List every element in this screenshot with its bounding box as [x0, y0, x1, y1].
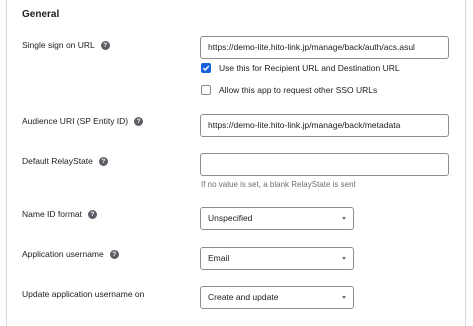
chevron-down-icon	[342, 296, 346, 299]
question-circle-icon[interactable]: ?	[134, 116, 144, 126]
app-username-label-text: Application username	[22, 249, 104, 259]
name-id-format-value: Unspecified	[208, 213, 253, 223]
app-username-value: Email	[208, 253, 230, 263]
update-username-label: Update application username on	[22, 289, 144, 299]
chevron-down-icon	[342, 217, 346, 220]
sso-url-input[interactable]: https://demo-lite.hito-link.jp/manage/ba…	[200, 36, 449, 59]
sso-url-label: Single sign on URL ?	[22, 40, 110, 50]
recipient-url-checkbox-row[interactable]: Use this for Recipient URL and Destinati…	[201, 63, 400, 73]
audience-uri-input[interactable]: https://demo-lite.hito-link.jp/manage/ba…	[200, 114, 449, 137]
settings-panel: General Single sign on URL ? https://dem…	[6, 0, 466, 326]
question-circle-icon[interactable]: ?	[88, 209, 97, 219]
update-username-value: Create and update	[208, 292, 279, 302]
checkmark-icon	[202, 65, 210, 72]
section-title: General	[22, 9, 60, 20]
other-sso-checkbox[interactable]	[201, 85, 211, 95]
relay-state-label: Default RelayState ?	[22, 156, 108, 166]
other-sso-checkbox-label: Allow this app to request other SSO URLs	[219, 85, 378, 95]
recipient-url-checkbox[interactable]	[201, 63, 211, 73]
sso-url-label-text: Single sign on URL	[22, 40, 95, 50]
relay-state-label-text: Default RelayState	[22, 156, 93, 166]
audience-uri-label-text: Audience URI (SP Entity ID)	[22, 116, 129, 126]
other-sso-checkbox-row[interactable]: Allow this app to request other SSO URLs	[201, 85, 377, 95]
app-username-select[interactable]: Email	[200, 247, 354, 270]
audience-uri-label: Audience URI (SP Entity ID) ?	[22, 116, 144, 126]
relay-state-input[interactable]	[200, 153, 449, 176]
question-circle-icon[interactable]: ?	[100, 40, 110, 50]
name-id-format-label-text: Name ID format	[22, 209, 82, 219]
relay-state-hint: If no value is set, a blank RelayState i…	[201, 180, 356, 189]
chevron-down-icon	[342, 257, 346, 260]
name-id-format-select[interactable]: Unspecified	[200, 207, 354, 230]
name-id-format-label: Name ID format ?	[22, 209, 97, 219]
recipient-url-checkbox-label: Use this for Recipient URL and Destinati…	[219, 63, 400, 73]
update-username-label-text: Update application username on	[22, 289, 145, 299]
question-circle-icon[interactable]: ?	[98, 156, 108, 166]
app-username-label: Application username ?	[22, 249, 119, 259]
update-username-select[interactable]: Create and update	[200, 286, 354, 309]
question-circle-icon[interactable]: ?	[109, 249, 119, 259]
